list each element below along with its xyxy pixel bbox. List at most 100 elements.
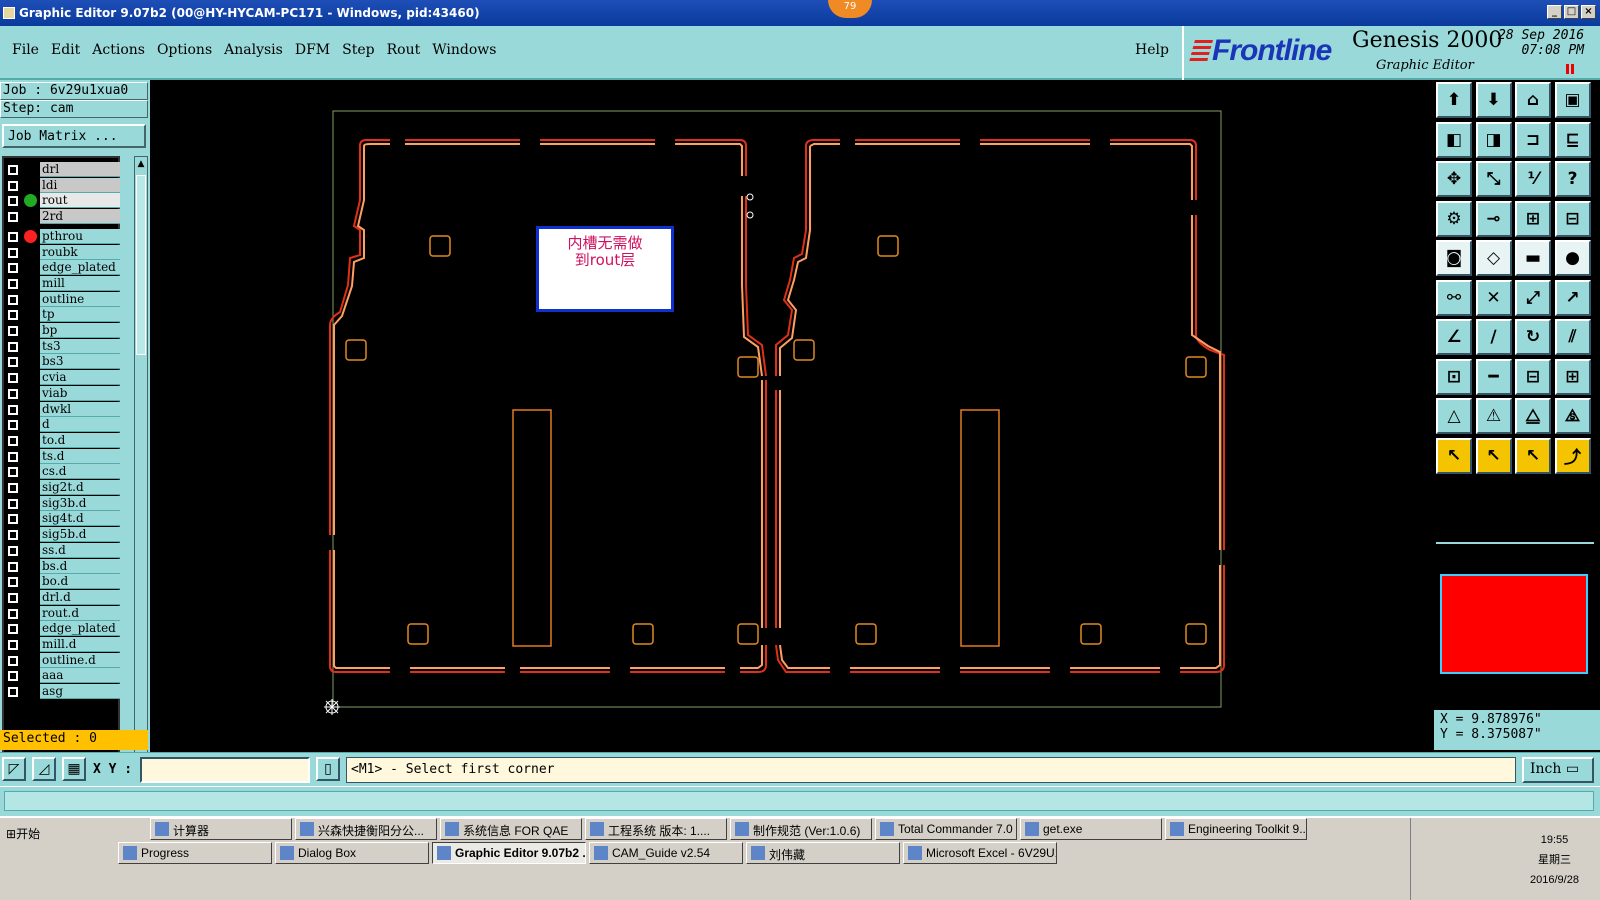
layer-row[interactable]: roubk bbox=[4, 244, 120, 260]
layer-checkbox[interactable] bbox=[8, 212, 18, 223]
layer-row[interactable]: mill.d bbox=[4, 637, 120, 652]
layer-row[interactable]: tp bbox=[4, 307, 120, 323]
zoom-fit-icon[interactable]: ✥ bbox=[1436, 161, 1472, 197]
layer-checkbox[interactable] bbox=[8, 687, 18, 698]
layer-checkbox[interactable] bbox=[8, 483, 18, 493]
taskbar-button[interactable]: 工程系统 版本: 1.... bbox=[585, 818, 727, 840]
layer-name[interactable]: 2rd bbox=[40, 209, 120, 225]
layer-checkbox[interactable] bbox=[8, 231, 18, 242]
menu-actions[interactable]: Actions bbox=[86, 42, 151, 58]
scroll-up-icon[interactable]: ▲ bbox=[135, 157, 147, 171]
help-icon[interactable]: ? bbox=[1554, 161, 1591, 197]
layer-name[interactable]: sig3b.d bbox=[40, 495, 120, 511]
layer-name[interactable]: to.d bbox=[40, 432, 120, 448]
layer-name[interactable]: outline bbox=[40, 291, 120, 307]
layer-row[interactable]: mill bbox=[4, 275, 120, 291]
layer-row[interactable]: rout bbox=[4, 193, 120, 209]
split-icon[interactable]: ⊑ bbox=[1554, 121, 1591, 158]
layer-name[interactable]: outline.d bbox=[40, 652, 120, 668]
taskbar-button[interactable]: 计算器 bbox=[150, 818, 292, 840]
unit-selector[interactable]: Inch ▭ bbox=[1522, 757, 1594, 783]
taskbar-button[interactable]: 兴森快捷衡阳分公... bbox=[295, 818, 437, 840]
layer-row[interactable]: sig4t.d bbox=[4, 511, 120, 527]
close-button[interactable]: × bbox=[1581, 5, 1596, 19]
layer-name[interactable]: viab bbox=[40, 385, 120, 401]
layer-icon[interactable]: ⊐ bbox=[1515, 121, 1551, 158]
layer-checkbox[interactable] bbox=[8, 420, 18, 431]
layer-name[interactable]: drl.d bbox=[40, 589, 120, 605]
measure-icon[interactable]: ⊟ bbox=[1515, 358, 1551, 395]
pad-icon[interactable]: ◙ bbox=[1436, 240, 1472, 276]
layer-row[interactable]: edge_plated bbox=[4, 260, 120, 276]
taskbar-button[interactable]: Total Commander 7.0 ... bbox=[875, 818, 1017, 840]
snap-icon[interactable]: ◸ bbox=[2, 757, 26, 781]
layer-row[interactable]: pthrou bbox=[4, 228, 120, 244]
select-box-icon[interactable]: ↖ bbox=[1475, 437, 1512, 474]
polygon-icon[interactable]: ⧋ bbox=[1515, 398, 1551, 434]
menu-help[interactable]: Help bbox=[1135, 42, 1169, 58]
layer-checkbox[interactable] bbox=[8, 467, 18, 478]
open-job-icon[interactable]: ⬆ bbox=[1436, 82, 1472, 118]
zoom-icon[interactable]: ⤡ bbox=[1475, 161, 1512, 197]
layer-row[interactable]: bs.d bbox=[4, 558, 120, 574]
select-net-icon[interactable]: ↖ bbox=[1515, 437, 1551, 474]
layer-row[interactable]: bo.d bbox=[4, 574, 120, 590]
layer-row[interactable]: aaa bbox=[4, 668, 120, 684]
layer-name[interactable]: ts.d bbox=[40, 448, 120, 464]
layer-checkbox[interactable] bbox=[8, 671, 18, 682]
layer-row[interactable]: viab bbox=[4, 385, 120, 401]
home-icon[interactable]: ⌂ bbox=[1515, 82, 1551, 118]
layer-row[interactable]: asg bbox=[4, 684, 120, 700]
layer-row[interactable]: rout.d bbox=[4, 605, 120, 621]
layer-checkbox[interactable] bbox=[8, 498, 18, 509]
shape-icon[interactable]: ◇ bbox=[1475, 240, 1512, 276]
layer-row[interactable]: ss.d bbox=[4, 542, 120, 558]
layer-name[interactable]: bp bbox=[40, 323, 120, 338]
probe-icon[interactable]: ⊸ bbox=[1475, 200, 1512, 237]
minimize-button[interactable]: _ bbox=[1547, 5, 1562, 19]
menu-edit[interactable]: Edit bbox=[45, 42, 86, 58]
layer-name[interactable]: ss.d bbox=[40, 542, 120, 558]
layer-name[interactable]: tp bbox=[40, 307, 120, 323]
layer-row[interactable]: d bbox=[4, 417, 120, 433]
layer-name[interactable]: bs3 bbox=[40, 354, 120, 370]
route-icon[interactable]: ⤴ bbox=[1554, 437, 1591, 474]
taskbar-button[interactable]: Graphic Editor 9.07b2 ... bbox=[432, 842, 586, 864]
layer-checkbox[interactable] bbox=[8, 310, 18, 321]
layer-checkbox[interactable] bbox=[8, 514, 18, 525]
layer-checkbox[interactable] bbox=[8, 608, 18, 619]
scale-icon[interactable]: ⅟ bbox=[1515, 161, 1551, 197]
next-step-icon[interactable]: ◨ bbox=[1475, 121, 1512, 158]
layer-checkbox[interactable] bbox=[8, 640, 18, 650]
rotate-icon[interactable]: ↻ bbox=[1515, 319, 1551, 355]
layer-name[interactable]: ts3 bbox=[40, 338, 120, 354]
layer-checkbox[interactable] bbox=[8, 294, 18, 305]
menu-file[interactable]: File bbox=[6, 42, 45, 58]
layer-name[interactable]: rout.d bbox=[40, 605, 120, 621]
layer-name[interactable]: mill bbox=[40, 275, 120, 291]
measure-icon[interactable]: ◿ bbox=[32, 757, 56, 781]
taskbar-button[interactable]: CAM_Guide v2.54 bbox=[589, 842, 743, 864]
scroll-thumb[interactable] bbox=[136, 175, 146, 355]
layer-row[interactable]: 2rd bbox=[4, 209, 120, 225]
xy-input[interactable] bbox=[140, 757, 310, 783]
taskbar-button[interactable]: Microsoft Excel - 6V29U1... bbox=[903, 842, 1057, 864]
layer-row[interactable]: ldi bbox=[4, 177, 120, 193]
menu-options[interactable]: Options bbox=[151, 42, 218, 58]
layer-name[interactable]: sig5b.d bbox=[40, 527, 120, 543]
layer-row[interactable]: to.d bbox=[4, 432, 120, 448]
layer-name[interactable]: sig4t.d bbox=[40, 511, 120, 527]
transform-icon[interactable]: ⊡ bbox=[1436, 358, 1472, 395]
taskbar-button[interactable]: Progress bbox=[118, 842, 272, 864]
job-matrix-button[interactable]: Job Matrix ... bbox=[2, 124, 146, 148]
ruler-icon[interactable]: ▬ bbox=[1515, 240, 1551, 276]
layer-row[interactable]: sig2t.d bbox=[4, 480, 120, 495]
info-icon[interactable]: ▯ bbox=[316, 757, 340, 781]
layer-checkbox[interactable] bbox=[8, 388, 18, 399]
layer-row[interactable]: bs3 bbox=[4, 354, 120, 370]
menu-step[interactable]: Step bbox=[336, 42, 380, 58]
layer-scrollbar[interactable]: ▲ ▼ bbox=[134, 156, 148, 796]
dot-icon[interactable]: ● bbox=[1554, 240, 1591, 276]
layer-checkbox[interactable] bbox=[8, 545, 18, 556]
layer-checkbox[interactable] bbox=[8, 655, 18, 666]
